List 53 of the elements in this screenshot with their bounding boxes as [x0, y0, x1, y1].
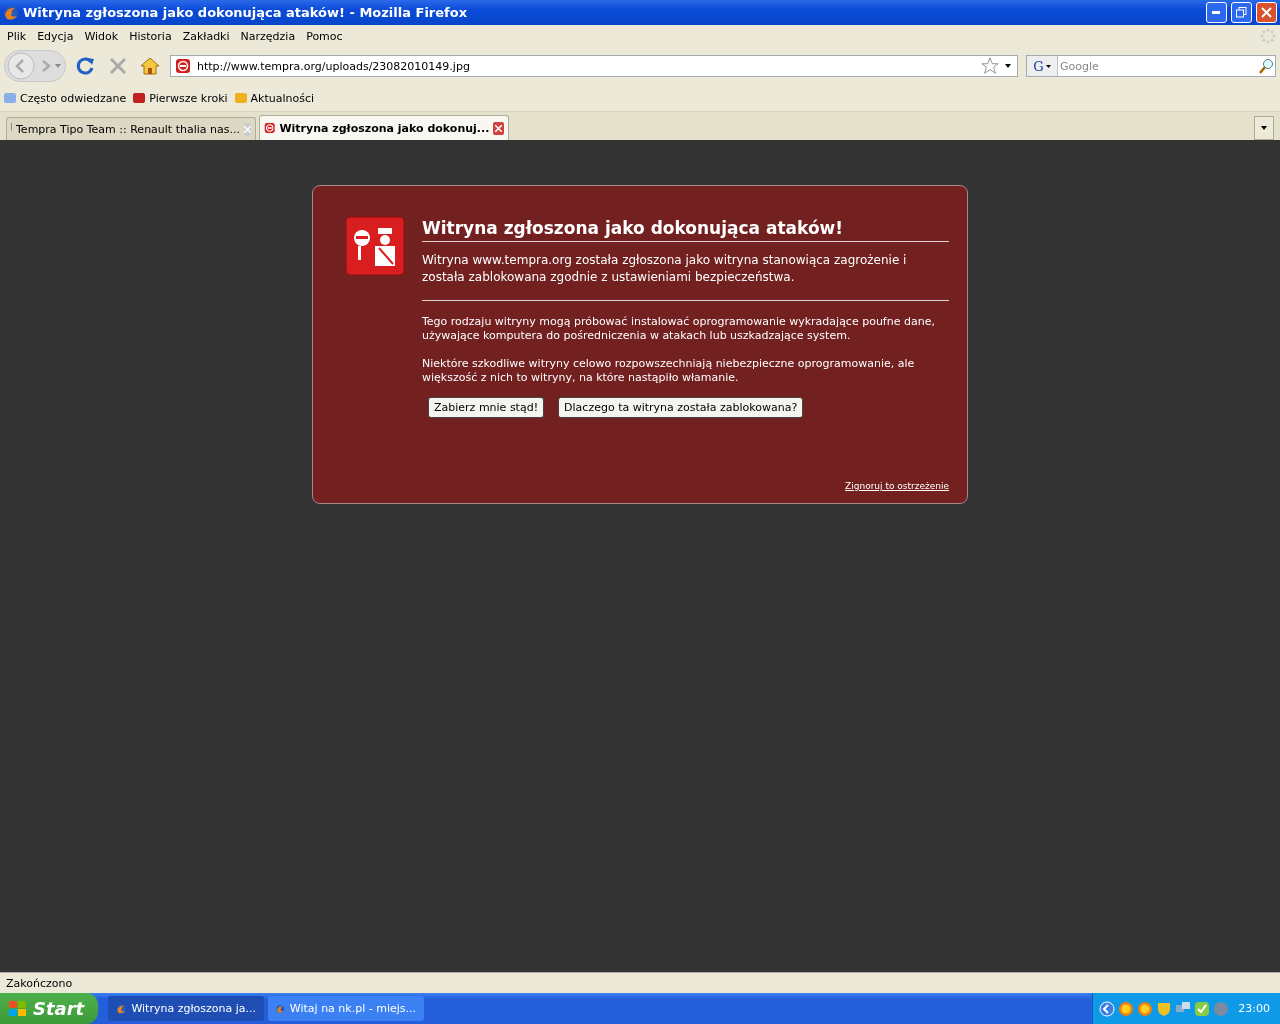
- caret-icon: [1261, 126, 1267, 130]
- search-field[interactable]: G Google: [1026, 55, 1276, 77]
- minimize-button[interactable]: [1206, 2, 1227, 23]
- globe-icon: [3, 4, 19, 21]
- menu-item[interactable]: Zakładki: [179, 29, 238, 43]
- taskbar-button[interactable]: Witryna zgłoszona ja...: [108, 996, 264, 1021]
- bookmark-icon: [233, 91, 248, 105]
- search-icon[interactable]: [1259, 58, 1275, 74]
- back-button[interactable]: [5, 50, 37, 82]
- action-button[interactable]: Dlaczego ta witryna została zablokowana?: [558, 397, 804, 418]
- bookmark-link[interactable]: Aktualności: [233, 91, 315, 105]
- warning-title: Witryna zgłoszona jako dokonująca ataków!: [422, 216, 949, 242]
- action-button[interactable]: Zabierz mnie stąd!: [428, 397, 545, 418]
- status-text: Zakończono: [6, 976, 73, 990]
- sun-icon[interactable]: [1137, 1000, 1154, 1017]
- bookmark-icon: [132, 91, 147, 105]
- browser-tab[interactable]: Witryna zgłoszona jako dokonuj...: [259, 115, 509, 140]
- dropdown-caret-icon[interactable]: [1005, 64, 1011, 68]
- blocked-site-icon: [264, 121, 276, 135]
- bookmark-link[interactable]: Pierwsze kroki: [132, 91, 228, 105]
- menu-item[interactable]: Pomoc: [303, 29, 351, 43]
- windows-flag-icon: [8, 999, 28, 1018]
- star-icon[interactable]: [981, 57, 999, 75]
- close-button[interactable]: [1256, 2, 1277, 23]
- warning-text: Witryna www.tempra.org została zgłoszona jako witryna stanowiąca zagrożenie i została zablokowana zgodnie z ustawieniami bezpieczeństwa.: [422, 252, 949, 301]
- tab-close-button[interactable]: [493, 121, 504, 135]
- minimize-icon: [1212, 11, 1221, 14]
- clock: 23:00: [1238, 1002, 1270, 1015]
- menu-item[interactable]: Plik: [4, 29, 35, 43]
- bookmark-link[interactable]: Często odwiedzane: [3, 91, 127, 105]
- menu-item[interactable]: Narzędzia: [237, 29, 304, 43]
- throbber-icon: [1260, 28, 1276, 44]
- close-icon: [1261, 7, 1272, 18]
- caret-icon: [1045, 64, 1051, 68]
- menu-item[interactable]: Edycja: [34, 29, 82, 43]
- browser-tab[interactable]: Tempra Tipo Team :: Renault thalia nas...: [6, 117, 256, 140]
- warning-paragraph: Tego rodzaju witryny mogą próbować instalować oprogramowanie wykradające poufne dane, używające komputera do pośredniczenia w atakach lub uszkadzające system.: [422, 315, 936, 343]
- warning-paragraph: Niektóre szkodliwe witryny celowo rozpowszechniają niebezpieczne oprogramowanie, ale większość z nich to witryny, na które nastąpiło włamanie.: [422, 357, 916, 385]
- bookmark-icon: [3, 91, 17, 105]
- taskbar-button[interactable]: Witaj na nk.pl - miejs...: [268, 996, 424, 1021]
- blocked-site-icon: [175, 58, 191, 74]
- search-engine-button[interactable]: G: [1027, 56, 1058, 76]
- sun-icon[interactable]: [1118, 1000, 1135, 1017]
- checkmark-icon[interactable]: [1194, 1000, 1211, 1017]
- restore-icon: [1236, 7, 1247, 18]
- ignore-warning-link[interactable]: Zignoruj to ostrzeżenie: [845, 481, 949, 491]
- address-field[interactable]: http://www.tempra.org/uploads/23082010149.jpg: [170, 55, 1018, 77]
- restore-button[interactable]: [1231, 2, 1252, 23]
- menu-item[interactable]: Historia: [126, 29, 180, 43]
- tab-list-button[interactable]: [1254, 116, 1274, 140]
- menu-item[interactable]: Widok: [81, 29, 127, 43]
- window-title: Witryna zgłoszona jako dokonująca ataków! - Mozilla Firefox: [23, 5, 469, 20]
- police-officer-icon: [345, 216, 405, 276]
